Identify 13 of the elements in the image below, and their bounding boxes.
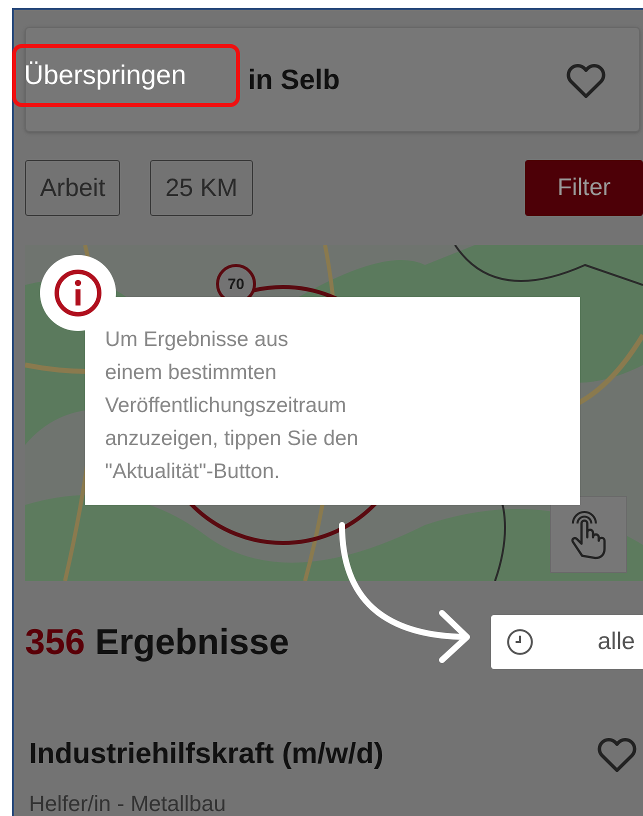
job-title[interactable]: Industriehilfskraft (m/w/d) [29, 738, 384, 770]
gesture-button[interactable] [550, 496, 627, 573]
filter-chip[interactable]: Arbeit [25, 160, 120, 216]
skip-button[interactable]: Überspringen [12, 44, 240, 107]
results-count-heading: 356 Ergebnisse [25, 621, 290, 663]
tooltip-text: Um Ergebnisse aus einem bestimmten Veröffentlichungszeitraum anzuzeigen, tippen Sie den "Aktualität"-Button. [105, 327, 360, 485]
time-filter-button[interactable]: alle [491, 615, 643, 669]
clock-icon [505, 627, 535, 657]
filter-button[interactable]: Filter [525, 160, 643, 216]
job-category: Helfer/in - Metallbau [29, 791, 227, 816]
info-icon [53, 268, 103, 318]
filter-chip[interactable]: 25 KM [150, 160, 253, 216]
search-location-text: in Selb [248, 64, 340, 96]
